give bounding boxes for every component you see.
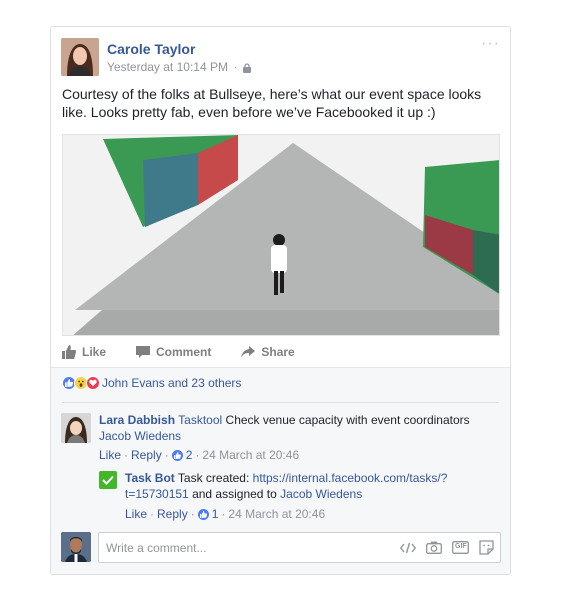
comment-button[interactable]: Comment: [136, 345, 211, 359]
meta-separator: ·: [233, 61, 238, 73]
comment-input[interactable]: [106, 540, 400, 555]
comment-like-link[interactable]: Like: [125, 507, 147, 521]
post-timestamp[interactable]: Yesterday at 10:14 PM: [107, 60, 228, 74]
share-label: Share: [261, 345, 295, 359]
comment-text: and assigned to: [192, 487, 277, 501]
like-label: Like: [82, 345, 107, 359]
code-icon[interactable]: [400, 542, 416, 554]
comment-text: Check venue capacity with event coordina…: [225, 413, 470, 427]
post-text: Courtesy of the folks at Bullseye, here’…: [62, 86, 482, 120]
comment-like-link[interactable]: Like: [99, 448, 121, 462]
reply-comment: Task Bot Task created: https://internal.…: [125, 470, 485, 502]
meta-separator: ·: [190, 507, 195, 521]
gif-label: GIF: [455, 543, 467, 550]
reactions-text[interactable]: John Evans and 23 others: [102, 376, 241, 390]
checkmark-icon: [102, 475, 114, 485]
sticker-icon[interactable]: [479, 540, 494, 555]
post-image[interactable]: [62, 134, 500, 336]
comment-like-count[interactable]: 1: [212, 507, 219, 521]
comment-like-count[interactable]: 2: [186, 448, 193, 462]
gif-icon[interactable]: GIF: [452, 541, 469, 554]
post-card: Carole Taylor Yesterday at 10:14 PM · ··…: [50, 26, 511, 575]
comment-label: Comment: [156, 345, 212, 359]
like-count-icon: [197, 508, 209, 520]
meta-separator: ·: [221, 507, 226, 521]
comment-meta: Like · Reply · 1 · 24 March at 20:46: [125, 507, 325, 521]
assignee-link[interactable]: Jacob Wiedens: [280, 487, 362, 501]
meta-separator: ·: [164, 448, 169, 462]
comment-icon: [136, 346, 151, 358]
author-name[interactable]: Carole Taylor: [107, 41, 195, 57]
share-icon: [241, 346, 256, 358]
like-count-icon: [171, 449, 183, 461]
tagged-user-link[interactable]: Jacob Wiedens: [99, 429, 181, 443]
bot-avatar[interactable]: [99, 471, 117, 489]
reactions-summary[interactable]: John Evans and 23 others: [62, 376, 241, 390]
composer-icons: GIF: [400, 540, 494, 555]
love-reaction-icon: [86, 376, 100, 390]
meta-separator: ·: [150, 507, 155, 521]
comment-meta: Like · Reply · 2 · 24 March at 20:46: [99, 448, 299, 462]
comment-reply-link[interactable]: Reply: [157, 507, 188, 521]
author-avatar[interactable]: [61, 38, 99, 76]
lock-icon[interactable]: [243, 62, 252, 73]
commenter-name[interactable]: Lara Dabbish: [99, 413, 175, 427]
thumbs-up-icon: [62, 345, 76, 359]
camera-icon[interactable]: [426, 541, 442, 554]
meta-separator: ·: [195, 448, 200, 462]
comment-composer: GIF: [98, 532, 501, 563]
more-options-icon[interactable]: ···: [481, 36, 500, 52]
like-button[interactable]: Like: [62, 345, 106, 359]
mention-link[interactable]: Tasktool: [178, 413, 222, 427]
comment-time[interactable]: 24 March at 20:46: [202, 448, 299, 462]
commenter-name[interactable]: Task Bot: [125, 471, 175, 485]
post-meta: Yesterday at 10:14 PM ·: [107, 60, 252, 74]
comment: Lara Dabbish Tasktool Check venue capaci…: [99, 412, 489, 444]
reaction-icons: [62, 376, 100, 390]
divider: [62, 402, 499, 403]
comment-reply-link[interactable]: Reply: [131, 448, 162, 462]
post-actions: Like Comment Share: [62, 342, 295, 362]
comment-time[interactable]: 24 March at 20:46: [228, 507, 325, 521]
current-user-avatar: [61, 532, 91, 562]
share-button[interactable]: Share: [241, 345, 295, 359]
comment-text: Task created:: [177, 471, 250, 485]
meta-separator: ·: [124, 448, 129, 462]
commenter-avatar[interactable]: [61, 413, 91, 443]
